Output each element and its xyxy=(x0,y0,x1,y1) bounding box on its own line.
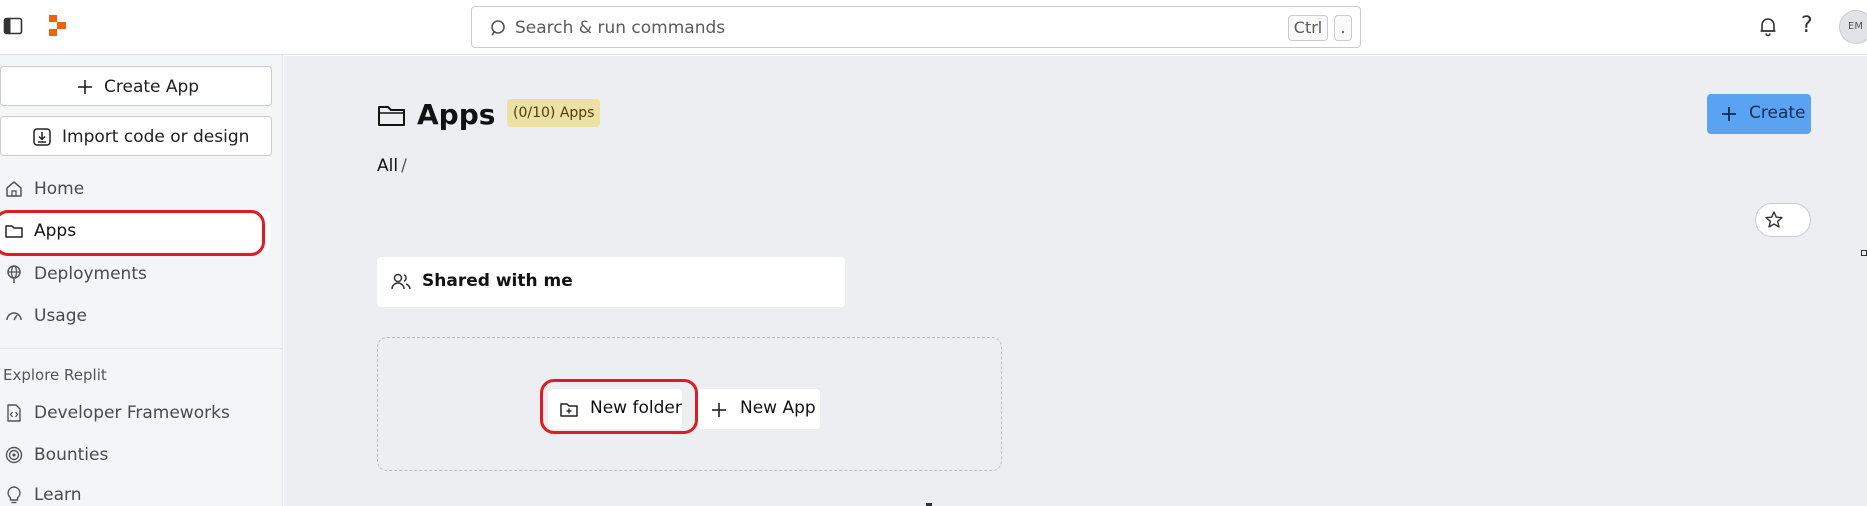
shortcut-key-ctrl: Ctrl xyxy=(1288,15,1328,41)
target-icon xyxy=(4,445,24,465)
breadcrumb-all[interactable]: All xyxy=(377,156,398,176)
plus-icon xyxy=(1720,105,1738,123)
shared-with-me-card[interactable]: Shared with me xyxy=(377,257,845,307)
gauge-icon xyxy=(4,306,24,326)
shortcut-key-dot: . xyxy=(1334,15,1352,41)
replit-logo-icon[interactable] xyxy=(46,14,70,38)
top-bar: Search & run commands Ctrl . ? EM xyxy=(0,0,1867,55)
breadcrumb-separator: / xyxy=(401,156,407,176)
import-code-button[interactable]: Import code or design xyxy=(0,116,272,156)
sidebar-item-label: Developer Frameworks xyxy=(34,403,230,423)
new-folder-label: New folder xyxy=(590,398,682,418)
sidebar-item-home[interactable]: Home xyxy=(0,169,270,209)
sidebar-item-label: Deployments xyxy=(34,264,147,284)
create-label: Create xyxy=(1749,103,1806,123)
folder-icon xyxy=(4,221,24,241)
new-app-label: New App xyxy=(740,398,816,418)
sidebar-divider xyxy=(0,348,283,349)
sidebar-item-label: Usage xyxy=(34,306,87,326)
sidebar-toggle-icon[interactable] xyxy=(3,16,23,36)
sidebar-item-usage[interactable]: Usage xyxy=(0,296,270,336)
search-placeholder: Search & run commands xyxy=(515,18,726,38)
sidebar-item-label: Bounties xyxy=(34,445,109,465)
new-folder-button[interactable]: New folder xyxy=(548,389,682,429)
search-bar[interactable]: Search & run commands Ctrl . xyxy=(471,6,1361,48)
sidebar: Create App Import code or design Home Ap… xyxy=(0,55,283,506)
breadcrumb: All / xyxy=(377,156,407,176)
folder-plus-icon xyxy=(559,400,579,420)
bell-icon[interactable] xyxy=(1757,15,1779,37)
lightbulb-icon xyxy=(4,485,24,505)
main-content: Apps (0/10) Apps Create All / Shared with… xyxy=(284,56,1867,506)
new-app-button[interactable]: New App xyxy=(698,389,820,429)
home-icon xyxy=(4,179,24,199)
users-icon xyxy=(390,271,412,293)
apps-count-badge: (0/10) Apps xyxy=(507,99,601,127)
page-title: Apps xyxy=(417,98,496,131)
star-icon xyxy=(1764,210,1784,230)
code-file-icon xyxy=(4,403,24,423)
folder-icon xyxy=(377,100,407,130)
sidebar-item-bounties[interactable]: Bounties xyxy=(0,435,270,475)
sidebar-item-learn[interactable]: Learn xyxy=(0,475,270,506)
sidebar-item-deployments[interactable]: Deployments xyxy=(0,254,270,294)
import-label: Import code or design xyxy=(62,127,250,147)
sidebar-item-label: Home xyxy=(34,179,85,199)
avatar[interactable]: EM xyxy=(1839,10,1867,44)
explore-section-title: Explore Replit xyxy=(3,366,107,384)
favorites-toggle[interactable] xyxy=(1755,203,1811,237)
sidebar-item-label: Apps xyxy=(34,221,77,241)
create-button[interactable]: Create xyxy=(1707,94,1811,134)
app-window: Search & run commands Ctrl . ? EM Create… xyxy=(0,0,1867,506)
plus-icon xyxy=(75,77,95,97)
plus-icon xyxy=(709,400,729,420)
sidebar-item-apps[interactable]: Apps xyxy=(0,211,270,251)
sidebar-item-developer-frameworks[interactable]: Developer Frameworks xyxy=(0,393,270,433)
resize-handle[interactable] xyxy=(1861,250,1867,256)
deployments-icon xyxy=(4,264,24,284)
help-icon[interactable]: ? xyxy=(1801,13,1819,39)
sidebar-item-label: Learn xyxy=(34,485,82,505)
shared-with-me-label: Shared with me xyxy=(422,271,573,291)
import-icon xyxy=(32,127,52,147)
search-icon xyxy=(489,19,507,37)
create-app-label: Create App xyxy=(104,77,200,97)
create-app-button[interactable]: Create App xyxy=(0,66,272,106)
empty-apps-dropzone: New folder New App xyxy=(377,337,1002,471)
